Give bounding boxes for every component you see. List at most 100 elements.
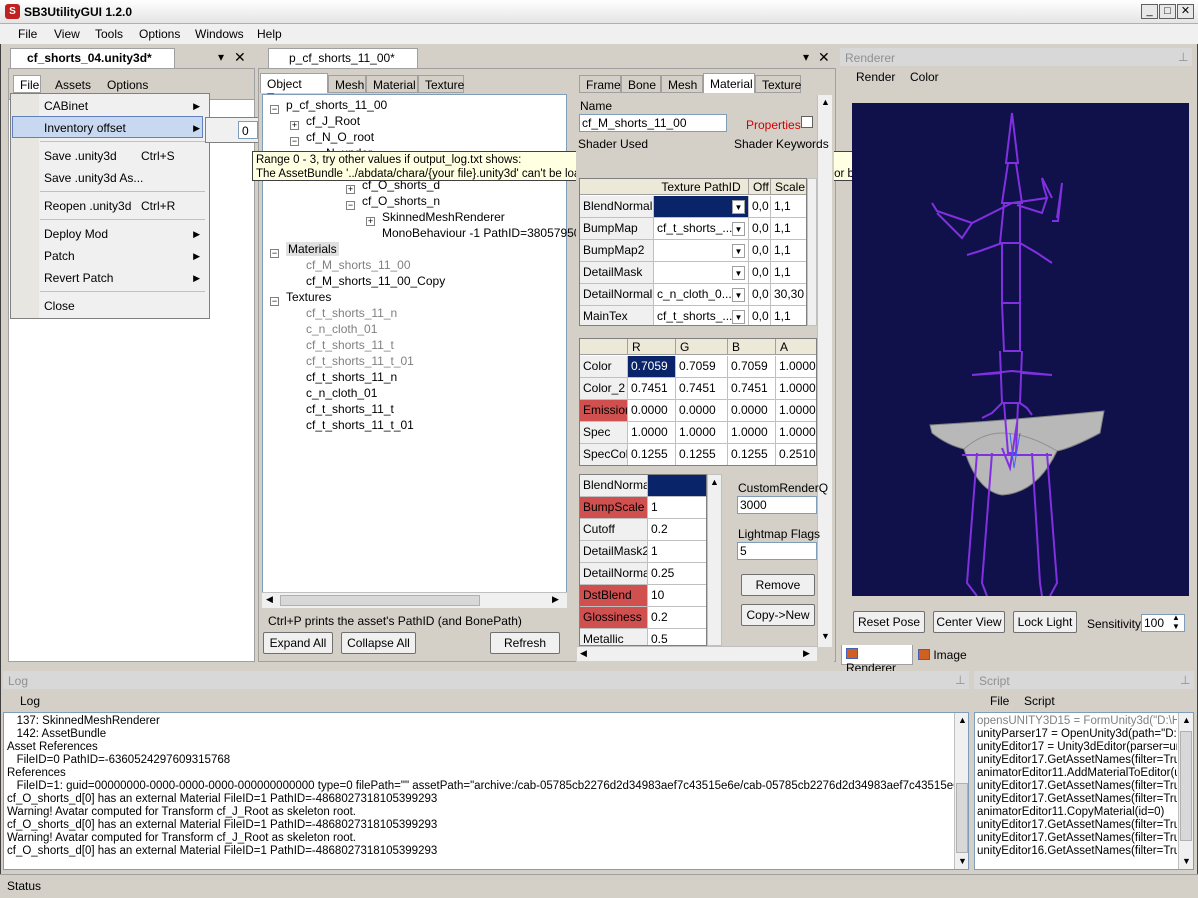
menu-view[interactable]: View: [54, 27, 80, 41]
color-value-g[interactable]: 0.7451: [676, 378, 728, 400]
texture-offset[interactable]: 0,0: [749, 306, 771, 325]
texture-scale[interactable]: 1,1: [771, 262, 806, 284]
scroll-up-icon[interactable]: ▲: [1182, 715, 1191, 725]
tree-item[interactable]: SkinnedMeshRenderer: [382, 210, 505, 224]
tab-mesh[interactable]: Mesh: [328, 75, 366, 93]
tree-item[interactable]: cf_M_shorts_11_00_Copy: [306, 274, 445, 288]
color-value-a[interactable]: 1.0000: [776, 422, 816, 444]
tree-item[interactable]: cf_J_Root: [306, 114, 360, 128]
custom-render-q-input[interactable]: 3000: [737, 496, 817, 514]
color-value-b[interactable]: 0.1255: [728, 444, 776, 465]
properties-checkbox[interactable]: [801, 116, 813, 128]
left-menu-options[interactable]: Options: [107, 78, 148, 92]
log-textbox[interactable]: 137: SkinnedMeshRenderer 142: AssetBundl…: [3, 712, 969, 870]
color-value-r[interactable]: 1.0000: [628, 422, 676, 444]
float-value[interactable]: 1: [648, 541, 706, 563]
tab-texture[interactable]: Texture: [418, 75, 464, 93]
menu-windows[interactable]: Windows: [195, 27, 244, 41]
scroll-left-icon[interactable]: ◀: [266, 594, 273, 605]
tree-expander-icon[interactable]: +: [346, 185, 355, 194]
menuitem-save-as[interactable]: Save .unity3d As...: [44, 171, 143, 185]
tree-item[interactable]: cf_N_O_root: [306, 130, 374, 144]
script-textbox[interactable]: opensUNITY3D15 = FormUnity3d("D:\Hon unit…: [974, 712, 1194, 870]
color-value-r[interactable]: 0.0000: [628, 400, 676, 422]
lock-light-button[interactable]: Lock Light: [1013, 611, 1077, 633]
texture-scale[interactable]: 30,30: [771, 284, 806, 306]
float-value[interactable]: 1: [648, 497, 706, 519]
tree-hscrollbar[interactable]: ◀ ▶: [262, 592, 567, 608]
float-value[interactable]: 0.25: [648, 563, 706, 585]
tab-renderer[interactable]: Renderer: [841, 645, 913, 675]
color-value-a[interactable]: 1.0000: [776, 356, 816, 378]
tree-item[interactable]: cf_t_shorts_11_t_01: [306, 354, 414, 368]
texture-grid-scrollbar[interactable]: [807, 178, 817, 326]
chevron-down-icon[interactable]: ▼: [732, 222, 745, 236]
color-value-a[interactable]: 1.0000: [776, 378, 816, 400]
log-scrollbar[interactable]: ▲ ▼: [954, 713, 968, 869]
tab-texture-2[interactable]: Texture: [755, 75, 801, 93]
menu-tools[interactable]: Tools: [95, 27, 123, 41]
texture-offset[interactable]: 0,0: [749, 196, 771, 218]
float-grid-scrollbar[interactable]: ▲: [707, 474, 722, 646]
tree-item[interactable]: cf_t_shorts_11_n: [306, 370, 397, 384]
color-value-g[interactable]: 0.7059: [676, 356, 728, 378]
inventory-offset-input[interactable]: 0: [238, 121, 258, 139]
menuitem-close[interactable]: Close: [44, 299, 75, 313]
tab-object-tree[interactable]: Object Tree: [260, 73, 328, 105]
script-menu-file[interactable]: File: [990, 694, 1009, 708]
log-menu[interactable]: Log: [20, 694, 40, 708]
color-value-r[interactable]: 0.7451: [628, 378, 676, 400]
texture-grid[interactable]: Texture PathID Off Scale BlendNormalMap ▼…: [579, 178, 807, 326]
tree-item[interactable]: Textures: [286, 290, 331, 304]
chevron-down-icon[interactable]: ▼: [732, 266, 745, 280]
scroll-right-icon[interactable]: ▶: [803, 648, 810, 659]
tab-material-2[interactable]: Material: [703, 73, 755, 93]
float-value[interactable]: 0.2: [648, 519, 706, 541]
menuitem-cabinet[interactable]: CABinet: [44, 99, 88, 113]
tree-expander-icon[interactable]: −: [270, 297, 279, 306]
menuitem-patch[interactable]: Patch: [44, 249, 75, 263]
float-value[interactable]: 10: [648, 585, 706, 607]
color-value-a[interactable]: 0.2510: [776, 444, 816, 465]
tree-item[interactable]: c_n_cloth_01: [306, 386, 377, 400]
menu-options[interactable]: Options: [139, 27, 180, 41]
color-value-g[interactable]: 0.0000: [676, 400, 728, 422]
texture-offset[interactable]: 0,0: [749, 218, 771, 240]
texture-scale[interactable]: 1,1: [771, 196, 806, 218]
tab-p-cf-shorts[interactable]: p_cf_shorts_11_00*: [268, 48, 418, 68]
color-value-g[interactable]: 1.0000: [676, 422, 728, 444]
renderer-menu-color[interactable]: Color: [910, 70, 939, 84]
expand-all-button[interactable]: Expand All: [263, 632, 333, 654]
sensitivity-stepper[interactable]: 100 ▲ ▼: [1141, 613, 1185, 632]
texture-offset[interactable]: 0,0: [749, 284, 771, 306]
menu-help[interactable]: Help: [257, 27, 282, 41]
renderer-viewport[interactable]: [852, 103, 1189, 596]
menuitem-reopen[interactable]: Reopen .unity3d: [44, 199, 131, 213]
script-menu-script[interactable]: Script: [1024, 694, 1055, 708]
tab-cf-shorts-04[interactable]: cf_shorts_04.unity3d*: [10, 48, 175, 68]
center-view-button[interactable]: Center View: [933, 611, 1005, 633]
color-value-b[interactable]: 0.0000: [728, 400, 776, 422]
menu-file[interactable]: File: [18, 27, 37, 41]
color-value-r[interactable]: 0.1255: [628, 444, 676, 465]
menuitem-revert-patch[interactable]: Revert Patch: [44, 271, 113, 285]
color-value-r[interactable]: 0.7059: [628, 356, 676, 378]
close-icon[interactable]: ✕: [234, 49, 246, 66]
tree-item[interactable]: cf_t_shorts_11_t: [306, 338, 394, 352]
minimize-button[interactable]: _: [1141, 4, 1158, 19]
texture-scale[interactable]: 1,1: [771, 240, 806, 262]
pin-icon[interactable]: ▾: [218, 50, 224, 64]
tree-item[interactable]: cf_t_shorts_11_n: [306, 306, 397, 320]
chevron-down-icon[interactable]: ▼: [732, 310, 745, 324]
tree-item[interactable]: cf_O_shorts_n: [362, 194, 440, 208]
tab-image[interactable]: Image: [914, 647, 974, 665]
tree-expander-icon[interactable]: +: [290, 121, 299, 130]
refresh-button[interactable]: Refresh: [490, 632, 560, 654]
reset-pose-button[interactable]: Reset Pose: [853, 611, 925, 633]
scroll-up-icon[interactable]: ▲: [821, 97, 830, 107]
tree-item[interactable]: MonoBehaviour -1 PathID=380579508: [382, 226, 587, 240]
scroll-up-icon[interactable]: ▲: [710, 477, 719, 487]
tab-material[interactable]: Material: [366, 75, 418, 93]
copy-new-button[interactable]: Copy->New: [741, 604, 815, 626]
tree-expander-icon[interactable]: −: [290, 137, 299, 146]
